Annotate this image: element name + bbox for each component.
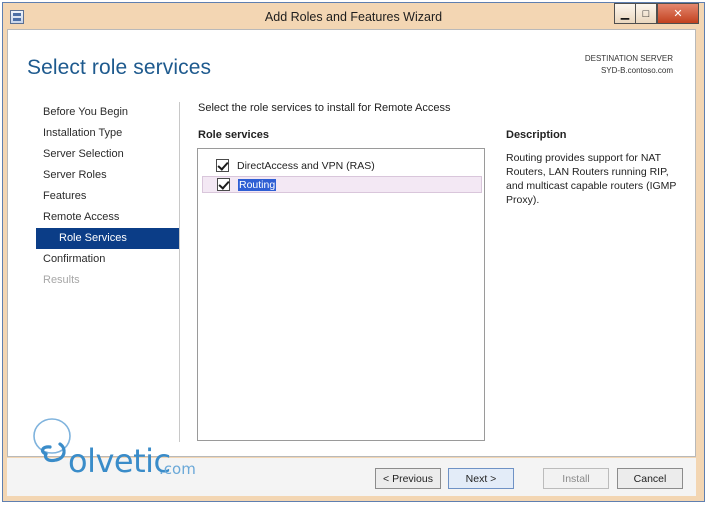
nav-step-confirmation[interactable]: Confirmation: [36, 249, 180, 270]
cancel-button[interactable]: Cancel: [617, 468, 683, 489]
watermark-suffix: .com: [159, 460, 196, 478]
nav-step-features[interactable]: Features: [36, 186, 180, 207]
title-bar[interactable]: Add Roles and Features Wizard ▁ □ ✕: [3, 3, 704, 32]
page-title: Select role services: [27, 56, 212, 79]
directaccess-vpn-checkbox[interactable]: [216, 159, 229, 172]
role-services-header: Role services: [198, 129, 269, 141]
close-button[interactable]: ✕: [657, 3, 699, 24]
destination-server-label: DESTINATION SERVER: [584, 54, 673, 63]
wizard-body: Select role services DESTINATION SERVER …: [7, 29, 696, 457]
nav-step-installation-type[interactable]: Installation Type: [36, 123, 180, 144]
list-item-label: DirectAccess and VPN (RAS): [237, 159, 375, 172]
nav-step-server-selection[interactable]: Server Selection: [36, 144, 180, 165]
maximize-button[interactable]: □: [635, 3, 657, 24]
list-item[interactable]: DirectAccess and VPN (RAS): [202, 157, 482, 174]
install-button: Install: [543, 468, 609, 489]
nav-step-server-roles[interactable]: Server Roles: [36, 165, 180, 186]
next-button[interactable]: Next >: [448, 468, 514, 489]
destination-server-value: SYD-B.contoso.com: [600, 66, 673, 75]
list-item[interactable]: Routing: [202, 176, 482, 193]
solvetic-watermark-logo: olvetic .com: [24, 414, 224, 480]
instruction-text: Select the role services to install for …: [198, 102, 451, 114]
previous-button[interactable]: < Previous: [375, 468, 441, 489]
nav-step-role-services[interactable]: Role Services: [36, 228, 180, 249]
list-item-label: Routing: [238, 178, 277, 191]
nav-step-before-you-begin[interactable]: Before You Begin: [36, 102, 180, 123]
nav-step-remote-access[interactable]: Remote Access: [36, 207, 180, 228]
routing-checkbox[interactable]: [217, 178, 230, 191]
description-header: Description: [506, 129, 567, 141]
role-services-list[interactable]: DirectAccess and VPN (RAS) Routing: [197, 148, 485, 441]
minimize-button[interactable]: ▁: [614, 3, 636, 24]
nav-step-results: Results: [43, 274, 80, 286]
nav-divider: [179, 102, 180, 442]
wizard-steps-nav: Before You Begin Installation Type Serve…: [36, 102, 180, 291]
window-title: Add Roles and Features Wizard: [264, 10, 443, 24]
description-text: Routing provides support for NAT Routers…: [506, 152, 677, 206]
watermark-brand: olvetic: [68, 442, 171, 480]
